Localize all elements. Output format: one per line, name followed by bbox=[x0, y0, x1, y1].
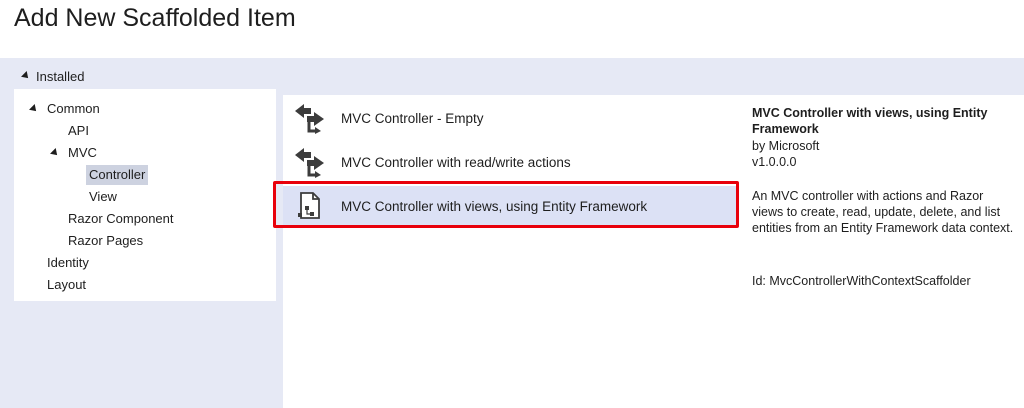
tree-item-common[interactable]: Common bbox=[29, 99, 100, 119]
tree-item-label: Layout bbox=[47, 277, 87, 292]
template-item-label: MVC Controller with views, using Entity … bbox=[341, 198, 648, 214]
installed-label: Installed bbox=[36, 68, 85, 84]
tree-item-layout[interactable]: Layout bbox=[47, 275, 86, 295]
tree-item-label: API bbox=[68, 123, 89, 138]
collapse-triangle-icon[interactable] bbox=[21, 71, 31, 81]
tree-item-label: Controller bbox=[86, 165, 149, 185]
details-version: v1.0.0.0 bbox=[752, 155, 797, 169]
expanded-triangle-icon[interactable] bbox=[50, 148, 60, 158]
dialog-body: Installed Common API MVC Controller View… bbox=[0, 58, 1024, 408]
template-item-mvc-empty[interactable]: MVC Controller - Empty bbox=[283, 98, 738, 138]
tree-item-label: Common bbox=[47, 101, 100, 116]
controller-arrows-icon bbox=[293, 145, 327, 179]
template-item-mvc-views-ef[interactable]: MVC Controller with views, using Entity … bbox=[283, 186, 738, 226]
category-tree: Common API MVC Controller View Razor Com… bbox=[14, 89, 276, 301]
details-title: MVC Controller with views, using Entity … bbox=[752, 106, 988, 136]
tree-item-api[interactable]: API bbox=[68, 121, 89, 141]
tree-item-label: MVC bbox=[68, 145, 97, 160]
controller-arrows-icon bbox=[293, 101, 327, 135]
template-item-mvc-read-write[interactable]: MVC Controller with read/write actions bbox=[283, 142, 738, 182]
template-list: MVC Controller - Empty MVC Controller wi… bbox=[283, 95, 738, 408]
tree-item-label: View bbox=[89, 189, 117, 204]
tree-item-label: Razor Pages bbox=[68, 233, 144, 248]
template-item-label: MVC Controller with read/write actions bbox=[341, 154, 571, 170]
tree-item-label: Razor Component bbox=[68, 211, 174, 226]
scaffold-document-icon bbox=[293, 189, 327, 223]
tree-item-identity[interactable]: Identity bbox=[47, 253, 89, 273]
installed-header[interactable]: Installed bbox=[21, 67, 85, 85]
details-id: Id: MvcControllerWithContextScaffolder bbox=[752, 274, 971, 288]
tree-item-mvc[interactable]: MVC bbox=[50, 143, 97, 163]
dialog-title: Add New Scaffolded Item bbox=[14, 4, 296, 32]
expanded-triangle-icon[interactable] bbox=[29, 104, 39, 114]
tree-item-view[interactable]: View bbox=[89, 187, 117, 207]
tree-item-controller[interactable]: Controller bbox=[86, 165, 149, 185]
template-details: MVC Controller with views, using Entity … bbox=[738, 95, 1024, 408]
tree-item-razor-component[interactable]: Razor Component bbox=[68, 209, 174, 229]
template-item-label: MVC Controller - Empty bbox=[341, 110, 484, 126]
tree-item-razor-pages[interactable]: Razor Pages bbox=[68, 231, 143, 251]
details-author: by Microsoft bbox=[752, 139, 820, 153]
tree-item-label: Identity bbox=[47, 255, 89, 270]
details-description: An MVC controller with actions and Razor… bbox=[752, 189, 1014, 235]
